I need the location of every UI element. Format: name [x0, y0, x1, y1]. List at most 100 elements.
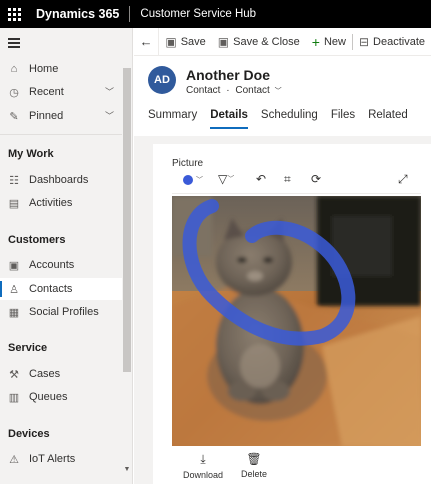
- nav-cases[interactable]: ⚒ Cases: [0, 363, 122, 385]
- group-service: Service: [8, 342, 48, 354]
- nav-home-label: Home: [29, 63, 59, 75]
- expand-button[interactable]: ⤢: [398, 172, 408, 187]
- entity-name: Contact: [186, 85, 221, 96]
- deactivate-icon: ⊟: [358, 34, 370, 49]
- pen-color-picker[interactable]: ﹀: [183, 175, 203, 185]
- form-selector[interactable]: Contact ﹀: [235, 85, 281, 96]
- pen-color-dot-icon: [183, 175, 193, 185]
- nav-queues[interactable]: ▥ Queues: [0, 386, 122, 408]
- record-title: Another Doe: [186, 67, 270, 83]
- chevron-down-icon: ﹀: [227, 176, 235, 183]
- pin-icon: ✎: [9, 110, 19, 123]
- nav-pinned[interactable]: ✎ Pinned ﹀: [0, 105, 122, 127]
- tab-related[interactable]: Related: [368, 109, 408, 129]
- save-icon: ▣: [165, 34, 177, 49]
- nav-contacts-label: Contacts: [29, 283, 73, 295]
- activities-icon: ▤: [8, 197, 20, 210]
- app-launcher-icon[interactable]: [0, 0, 28, 28]
- avatar[interactable]: AD: [148, 66, 176, 94]
- save-close-icon: ▣: [217, 34, 230, 49]
- tab-scheduling[interactable]: Scheduling: [261, 109, 318, 129]
- hamburger-menu-icon[interactable]: [8, 38, 20, 48]
- nav-activities-label: Activities: [29, 197, 73, 209]
- group-my-work: My Work: [8, 148, 54, 160]
- building-icon: ▣: [8, 259, 20, 272]
- app-name[interactable]: Customer Service Hub: [130, 8, 256, 20]
- nav-accounts[interactable]: ▣ Accounts: [0, 254, 122, 276]
- rotate-button[interactable]: ⟳: [311, 172, 321, 186]
- nav-home[interactable]: ⌂ Home: [0, 58, 122, 80]
- scroll-down-arrow-icon[interactable]: ▼: [123, 466, 131, 473]
- new-label: New: [323, 35, 346, 48]
- save-button[interactable]: ▣ Save: [159, 28, 211, 56]
- queue-icon: ▥: [8, 391, 20, 404]
- nav-dashboards-label: Dashboards: [29, 174, 89, 186]
- nav-iot-alerts-label: IoT Alerts: [29, 453, 76, 465]
- download-button[interactable]: ⤓ Download: [183, 452, 223, 480]
- nav-separator: [0, 134, 122, 135]
- undo-button[interactable]: ↶: [256, 172, 266, 186]
- wrench-icon: ⚒: [9, 368, 19, 381]
- save-close-label: Save & Close: [233, 35, 300, 48]
- highlighter-icon: ▽: [218, 172, 228, 186]
- undo-icon: ↶: [256, 172, 267, 186]
- sitemap-sidebar: ⌂ Home ◷ Recent ﹀ ✎ Pinned ﹀ My Work ☷ D…: [0, 28, 133, 484]
- sidebar-scrollbar-thumb[interactable]: [123, 68, 131, 372]
- home-icon: ⌂: [10, 63, 18, 75]
- command-bar: ← ▣ Save ▣ Save & Close + New ⊟ Deactiva…: [134, 27, 431, 56]
- chevron-down-icon[interactable]: ﹀: [105, 109, 114, 122]
- chevron-down-icon: ﹀: [196, 177, 203, 184]
- tab-summary[interactable]: Summary: [148, 109, 197, 129]
- crop-button[interactable]: ⌗: [284, 172, 291, 187]
- delete-label: Delete: [240, 469, 267, 479]
- tab-details[interactable]: Details: [210, 109, 248, 129]
- download-label: Download: [183, 470, 224, 480]
- nav-cases-label: Cases: [29, 368, 61, 380]
- clock-icon: ◷: [9, 86, 19, 99]
- record-subtitle: Contact · Contact ﹀: [186, 85, 282, 96]
- trash-icon: 🗑: [246, 452, 262, 466]
- arrow-left-icon: ←: [139, 34, 153, 49]
- plus-icon: +: [311, 33, 320, 50]
- app-header: Dynamics 365 Customer Service Hub: [0, 0, 431, 28]
- tab-files[interactable]: Files: [331, 109, 355, 129]
- chevron-down-icon[interactable]: ﹀: [105, 85, 114, 98]
- alert-icon: ⚠: [9, 453, 19, 466]
- nav-queues-label: Queues: [29, 391, 68, 403]
- nav-accounts-label: Accounts: [29, 259, 75, 271]
- nav-contacts[interactable]: ♙ Contacts: [0, 278, 122, 300]
- group-devices: Devices: [8, 428, 50, 440]
- deactivate-button[interactable]: ⊟ Deactivate: [353, 28, 431, 56]
- nav-recent[interactable]: ◷ Recent ﹀: [0, 81, 122, 103]
- delete-button[interactable]: 🗑 Delete: [234, 452, 274, 479]
- record-header: AD Another Doe Contact · Contact ﹀: [134, 58, 431, 98]
- expand-icon: ⤢: [398, 172, 408, 186]
- crop-icon: ⌗: [284, 172, 291, 186]
- cat-photo-image: [172, 196, 421, 446]
- nav-dashboards[interactable]: ☷ Dashboards: [0, 169, 122, 191]
- save-label: Save: [180, 35, 206, 48]
- group-customers: Customers: [8, 234, 66, 246]
- image-editor-toolbar: ﹀ ▽ ﹀ ↶ ⌗ ⟳ ⤢: [172, 168, 421, 194]
- highlighter-button[interactable]: ▽ ﹀: [218, 172, 234, 186]
- back-button[interactable]: ←: [134, 27, 160, 56]
- rotate-icon: ⟳: [311, 172, 322, 186]
- contact-picture[interactable]: [172, 196, 421, 446]
- download-icon: ⤓: [200, 452, 206, 466]
- nav-social-profiles-label: Social Profiles: [29, 306, 99, 318]
- product-name[interactable]: Dynamics 365: [28, 7, 129, 21]
- dot-separator: ·: [226, 85, 230, 96]
- save-close-button[interactable]: ▣ Save & Close: [212, 28, 306, 56]
- nav-activities[interactable]: ▤ Activities: [0, 192, 122, 214]
- chevron-down-icon: ﹀: [274, 88, 282, 95]
- new-button[interactable]: + New: [306, 28, 352, 56]
- person-icon: ♙: [9, 283, 19, 296]
- nav-pinned-label: Pinned: [29, 110, 64, 122]
- form-name: Contact: [235, 85, 270, 96]
- dashboard-icon: ☷: [9, 174, 19, 187]
- nav-social-profiles[interactable]: ▦ Social Profiles: [0, 301, 122, 323]
- nav-recent-label: Recent: [29, 86, 64, 98]
- nav-iot-alerts[interactable]: ⚠ IoT Alerts: [0, 448, 122, 470]
- deactivate-label: Deactivate: [373, 35, 425, 48]
- social-profile-icon: ▦: [8, 306, 20, 319]
